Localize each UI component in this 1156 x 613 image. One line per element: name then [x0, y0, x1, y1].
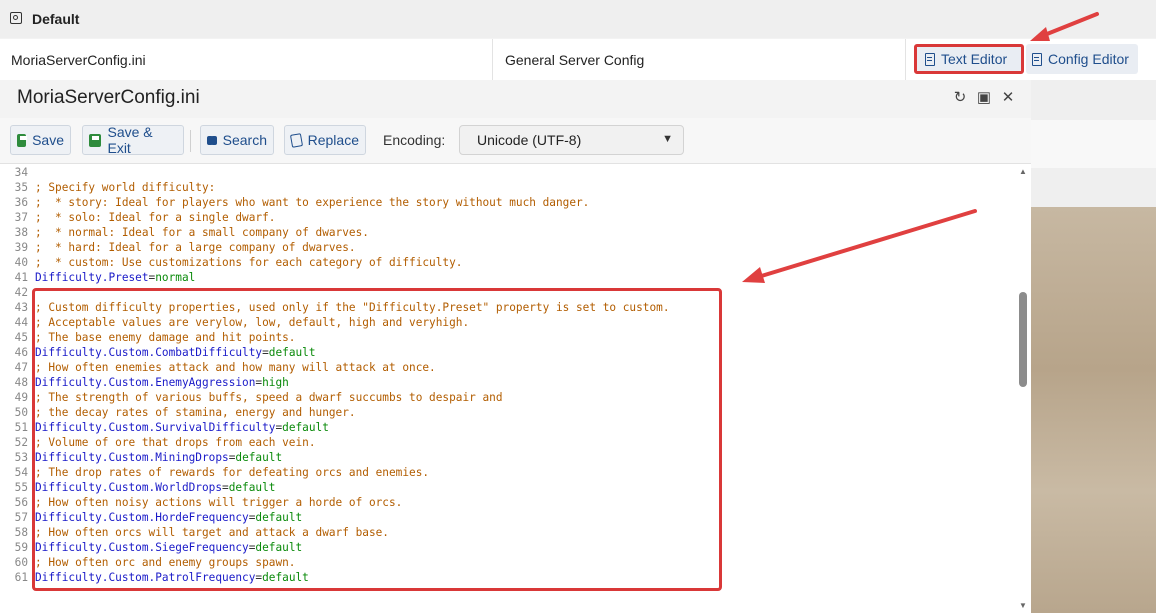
line-number: 39: [14, 241, 28, 254]
save-label: Save: [32, 132, 64, 148]
line-number: 46: [14, 346, 28, 359]
settings-icon: [10, 12, 22, 24]
line-number: 49: [14, 391, 28, 404]
floppy-disk-icon: [89, 133, 102, 147]
line-number: 45: [14, 331, 28, 344]
comment-line: ; * normal: Ideal for a small company of…: [35, 226, 369, 239]
replace-label: Replace: [307, 132, 359, 148]
toolbar-divider: [190, 130, 191, 152]
close-icon[interactable]: ✕: [1000, 90, 1016, 106]
encoding-select[interactable]: Unicode (UTF-8) ▼: [459, 125, 684, 155]
line-number: 60: [14, 556, 28, 569]
comment-line: ; * solo: Ideal for a single dwarf.: [35, 211, 276, 224]
comment-line: ; * hard: Ideal for a large company of d…: [35, 241, 356, 254]
encoding-value: Unicode (UTF-8): [477, 132, 582, 148]
profile-title: Default: [32, 11, 80, 27]
replace-button[interactable]: Replace: [284, 125, 366, 155]
background-panel: [1031, 80, 1156, 613]
line-number: 55: [14, 481, 28, 494]
editor-title: MoriaServerConfig.ini: [17, 87, 200, 108]
line-number: 37: [14, 211, 28, 224]
line-number: 56: [14, 496, 28, 509]
line-number: 57: [14, 511, 28, 524]
background-band: [1031, 120, 1156, 168]
line-number: 44: [14, 316, 28, 329]
line-number: 52: [14, 436, 28, 449]
chevron-down-icon: ▼: [662, 133, 673, 145]
setting-key: Difficulty.Preset: [35, 271, 149, 284]
line-number: 54: [14, 466, 28, 479]
background-image: [1031, 207, 1156, 613]
text-editor-label: Text Editor: [941, 51, 1008, 67]
line-number: 47: [14, 361, 28, 374]
config-description: General Server Config: [505, 52, 645, 68]
line-number: 48: [14, 376, 28, 389]
panel-header: Default: [0, 0, 1156, 38]
line-number: 51: [14, 421, 28, 434]
line-number: 35: [14, 181, 28, 194]
scroll-down-icon[interactable]: ▼: [1019, 601, 1027, 610]
line-number: 36: [14, 196, 28, 209]
line-number: 53: [14, 451, 28, 464]
comment-line: ; * custom: Use customizations for each …: [35, 256, 463, 269]
line-number: 50: [14, 406, 28, 419]
line-number: 41: [14, 271, 28, 284]
config-editor-button[interactable]: Config Editor: [1026, 44, 1138, 74]
search-label: Search: [222, 132, 267, 148]
setting-value: normal: [155, 271, 196, 284]
comment-line: ; Specify world difficulty:: [35, 181, 216, 194]
scroll-up-icon[interactable]: ▲: [1019, 167, 1027, 176]
search-button[interactable]: Search: [200, 125, 274, 155]
editor-titlebar: MoriaServerConfig.ini ↻ ▣ ✕: [0, 80, 1031, 118]
line-number: 61: [14, 571, 28, 584]
line-number: 59: [14, 541, 28, 554]
vertical-scrollbar[interactable]: ▲ ▼: [1016, 164, 1030, 613]
document-icon: [925, 52, 935, 66]
scrollbar-thumb[interactable]: [1019, 292, 1027, 387]
refresh-icon[interactable]: ↻: [952, 90, 968, 106]
setting-line: Difficulty.Preset=normal: [35, 270, 195, 285]
floppy-disk-icon: [17, 133, 28, 147]
highlight-box: [32, 288, 722, 591]
line-number: 40: [14, 256, 28, 269]
line-number: 42: [14, 286, 28, 299]
line-number: 58: [14, 526, 28, 539]
text-editor-button[interactable]: Text Editor: [914, 44, 1024, 74]
save-button[interactable]: Save: [10, 125, 71, 155]
maximize-icon[interactable]: ▣: [976, 90, 992, 106]
line-number: 34: [14, 166, 28, 179]
comment-line: ; * story: Ideal for players who want to…: [35, 196, 590, 209]
document-icon: [1032, 52, 1042, 66]
encoding-label: Encoding:: [383, 132, 446, 148]
editor-toolbar: Save Save & Exit Search Replace Encoding…: [0, 118, 1031, 164]
line-number: 38: [14, 226, 28, 239]
save-exit-button[interactable]: Save & Exit: [82, 124, 184, 156]
config-editor-label: Config Editor: [1048, 51, 1129, 67]
replace-icon: [289, 132, 303, 148]
binoculars-icon: [207, 134, 217, 146]
save-exit-label: Save & Exit: [107, 124, 153, 156]
config-file-row: MoriaServerConfig.ini General Server Con…: [0, 39, 1156, 81]
line-number: 43: [14, 301, 28, 314]
config-filename: MoriaServerConfig.ini: [11, 52, 146, 68]
column-divider: [905, 39, 906, 80]
column-divider: [492, 39, 493, 80]
